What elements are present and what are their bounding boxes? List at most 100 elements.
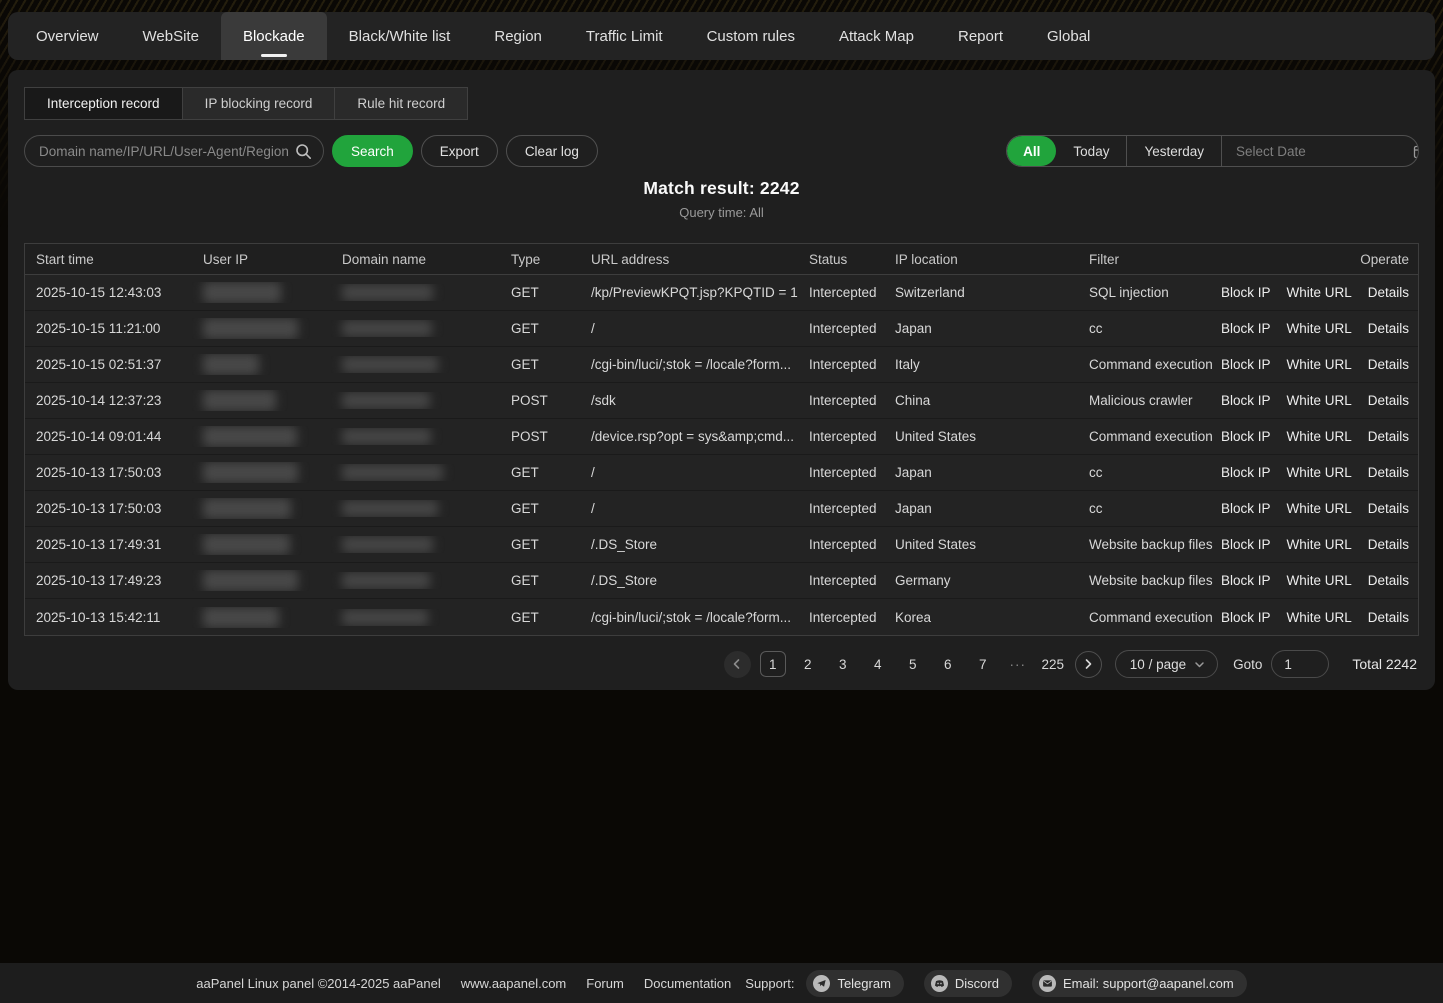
date-filter-yesterday[interactable]: Yesterday [1127, 136, 1221, 166]
redacted-domain [342, 536, 433, 553]
page-button-5[interactable]: 5 [900, 651, 926, 677]
search-button[interactable]: Search [332, 135, 413, 167]
page-button-1[interactable]: 1 [760, 651, 786, 677]
details-link[interactable]: Details [1368, 465, 1409, 480]
cell-operate: Block IP White URL Details [1238, 357, 1418, 372]
white-url-link[interactable]: White URL [1286, 501, 1351, 516]
details-link[interactable]: Details [1368, 429, 1409, 444]
cell-filter: Website backup files [1078, 573, 1238, 588]
white-url-link[interactable]: White URL [1286, 285, 1351, 300]
export-button[interactable]: Export [421, 135, 498, 167]
page-button-225[interactable]: 225 [1040, 651, 1066, 677]
nav-tab-report[interactable]: Report [936, 12, 1025, 60]
block-ip-link[interactable]: Block IP [1221, 285, 1271, 300]
white-url-link[interactable]: White URL [1286, 429, 1351, 444]
nav-tab-website[interactable]: WebSite [121, 12, 221, 60]
subtab-interception-record[interactable]: Interception record [24, 87, 183, 120]
nav-tab-label: WebSite [143, 28, 199, 45]
white-url-link[interactable]: White URL [1286, 610, 1351, 625]
clear-log-button[interactable]: Clear log [506, 135, 598, 167]
details-link[interactable]: Details [1368, 321, 1409, 336]
details-link[interactable]: Details [1368, 393, 1409, 408]
white-url-link[interactable]: White URL [1286, 465, 1351, 480]
block-ip-link[interactable]: Block IP [1221, 465, 1271, 480]
search-input[interactable] [25, 144, 323, 159]
block-ip-link[interactable]: Block IP [1221, 393, 1271, 408]
nav-tab-global[interactable]: Global [1025, 12, 1112, 60]
forum-link[interactable]: Forum [586, 976, 624, 991]
cell-domain [331, 500, 500, 517]
cell-filter: cc [1078, 501, 1238, 516]
search-icon[interactable] [295, 143, 312, 160]
subtab-rule-hit-record[interactable]: Rule hit record [335, 87, 468, 120]
cell-start-time: 2025-10-13 15:42:11 [25, 610, 192, 625]
discord-label: Discord [955, 976, 999, 991]
block-ip-link[interactable]: Block IP [1221, 537, 1271, 552]
white-url-link[interactable]: White URL [1286, 573, 1351, 588]
cell-domain [331, 572, 500, 589]
nav-tab-overview[interactable]: Overview [14, 12, 121, 60]
cell-type: GET [500, 501, 580, 516]
date-picker-input[interactable] [1236, 144, 1413, 159]
nav-tab-traffic-limit[interactable]: Traffic Limit [564, 12, 685, 60]
website-link[interactable]: www.aapanel.com [461, 976, 567, 991]
details-link[interactable]: Details [1368, 285, 1409, 300]
footer: aaPanel Linux panel ©2014-2025 aaPanel w… [0, 963, 1443, 1003]
page-button-2[interactable]: 2 [795, 651, 821, 677]
block-ip-link[interactable]: Block IP [1221, 357, 1271, 372]
cell-domain [331, 536, 500, 553]
redacted-user-ip [203, 498, 291, 519]
cell-start-time: 2025-10-13 17:50:03 [25, 501, 192, 516]
page-button-4[interactable]: 4 [865, 651, 891, 677]
date-filter-today[interactable]: Today [1056, 136, 1126, 166]
nav-tab-blockade[interactable]: Blockade [221, 12, 327, 60]
details-link[interactable]: Details [1368, 501, 1409, 516]
nav-tab-region[interactable]: Region [472, 12, 564, 60]
white-url-link[interactable]: White URL [1286, 393, 1351, 408]
white-url-link[interactable]: White URL [1286, 321, 1351, 336]
cell-filter: SQL injection [1078, 285, 1238, 300]
telegram-button[interactable]: Telegram [806, 970, 903, 997]
block-ip-link[interactable]: Block IP [1221, 501, 1271, 516]
details-link[interactable]: Details [1368, 573, 1409, 588]
page-button-6[interactable]: 6 [935, 651, 961, 677]
page-button-7[interactable]: 7 [970, 651, 996, 677]
cell-user-ip [192, 282, 331, 303]
page-button-3[interactable]: 3 [830, 651, 856, 677]
date-picker[interactable] [1222, 136, 1418, 166]
details-link[interactable]: Details [1368, 357, 1409, 372]
discord-button[interactable]: Discord [924, 970, 1012, 997]
nav-tab-custom-rules[interactable]: Custom rules [685, 12, 817, 60]
block-ip-link[interactable]: Block IP [1221, 321, 1271, 336]
prev-page-button[interactable] [724, 651, 751, 678]
email-button[interactable]: Email: support@aapanel.com [1032, 970, 1247, 997]
cell-user-ip [192, 498, 331, 519]
cell-type: POST [500, 393, 580, 408]
nav-tab-black-white-list[interactable]: Black/White list [327, 12, 473, 60]
white-url-link[interactable]: White URL [1286, 537, 1351, 552]
cell-url: /.DS_Store [580, 537, 798, 552]
cell-status: Intercepted [798, 501, 884, 516]
nav-tab-label: Global [1047, 28, 1090, 45]
cell-operate: Block IP White URL Details [1238, 573, 1418, 588]
white-url-link[interactable]: White URL [1286, 357, 1351, 372]
cell-url: / [580, 321, 798, 336]
details-link[interactable]: Details [1368, 610, 1409, 625]
subtab-ip-blocking-record[interactable]: IP blocking record [183, 87, 336, 120]
block-ip-link[interactable]: Block IP [1221, 573, 1271, 588]
cell-operate: Block IP White URL Details [1238, 285, 1418, 300]
cell-start-time: 2025-10-15 02:51:37 [25, 357, 192, 372]
table-body: 2025-10-15 12:43:03 GET /kp/PreviewKPQT.… [25, 275, 1418, 635]
redacted-user-ip [203, 534, 290, 555]
details-link[interactable]: Details [1368, 537, 1409, 552]
documentation-link[interactable]: Documentation [644, 976, 731, 991]
nav-tab-attack-map[interactable]: Attack Map [817, 12, 936, 60]
block-ip-link[interactable]: Block IP [1221, 610, 1271, 625]
page-size-select[interactable]: 10 / page [1115, 650, 1218, 678]
date-filter-all[interactable]: All [1007, 136, 1056, 166]
next-page-button[interactable] [1075, 651, 1102, 678]
goto-page-input[interactable] [1271, 650, 1329, 678]
nav-tab-label: Region [494, 28, 542, 45]
pagination: 1234567···225 10 / page Goto Total 2242 [24, 650, 1419, 678]
block-ip-link[interactable]: Block IP [1221, 429, 1271, 444]
